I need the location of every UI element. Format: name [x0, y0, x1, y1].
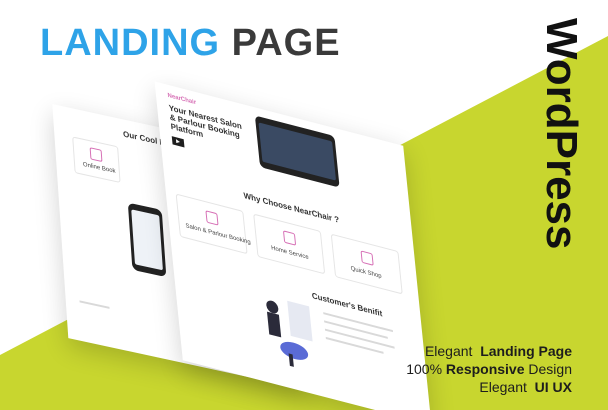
tagline-bold: UI UX [534, 379, 572, 395]
phone-mockup-back [127, 202, 167, 278]
feature-icon [89, 147, 103, 163]
feature-card-shop: Quick Shop [330, 233, 403, 295]
tagline-line-3: Elegant UI UX [406, 378, 572, 396]
barber-illustration [266, 300, 313, 367]
tagline-bold: Landing Page [480, 343, 572, 359]
shop-card-label: Quick Shop [350, 265, 382, 281]
tagline-line-2: 100% Responsive Design [406, 360, 572, 378]
tagline-text: 100% [406, 361, 443, 377]
store-button[interactable]: ▶ [171, 136, 185, 148]
tagline-text: Elegant [424, 343, 473, 359]
booking-icon [205, 210, 219, 226]
tagline: Elegant Landing Page 100% Responsive Des… [406, 342, 572, 396]
banner-canvas: LANDING PAGE WordPress Our Cool Features… [0, 0, 608, 410]
tagline-line-1: Elegant Landing Page [406, 342, 572, 360]
tagline-text: Design [528, 361, 572, 377]
shop-icon [360, 250, 374, 266]
feature-card-home: Home Service [253, 213, 326, 275]
benefit-heading: Customer's Benifit [311, 290, 383, 319]
back-card-label: Online Book [82, 161, 116, 175]
mockup-page-front: NearChair Your Nearest Salon & Parlour B… [154, 81, 432, 410]
benefit-line [325, 336, 384, 354]
feature-card-booking: Salon & Parlour Booking [175, 193, 252, 255]
back-feature-card: Online Book [72, 136, 121, 183]
phone-screen [131, 209, 163, 271]
phone-screen [258, 122, 337, 181]
tagline-text: Elegant [479, 379, 527, 395]
divider-line [79, 300, 110, 309]
booking-card-label: Salon & Parlour Booking [185, 223, 252, 247]
home-card-label: Home Service [270, 245, 310, 262]
phone-mockup-front [254, 115, 340, 188]
home-icon [282, 230, 297, 246]
tagline-bold: Responsive [445, 361, 525, 377]
